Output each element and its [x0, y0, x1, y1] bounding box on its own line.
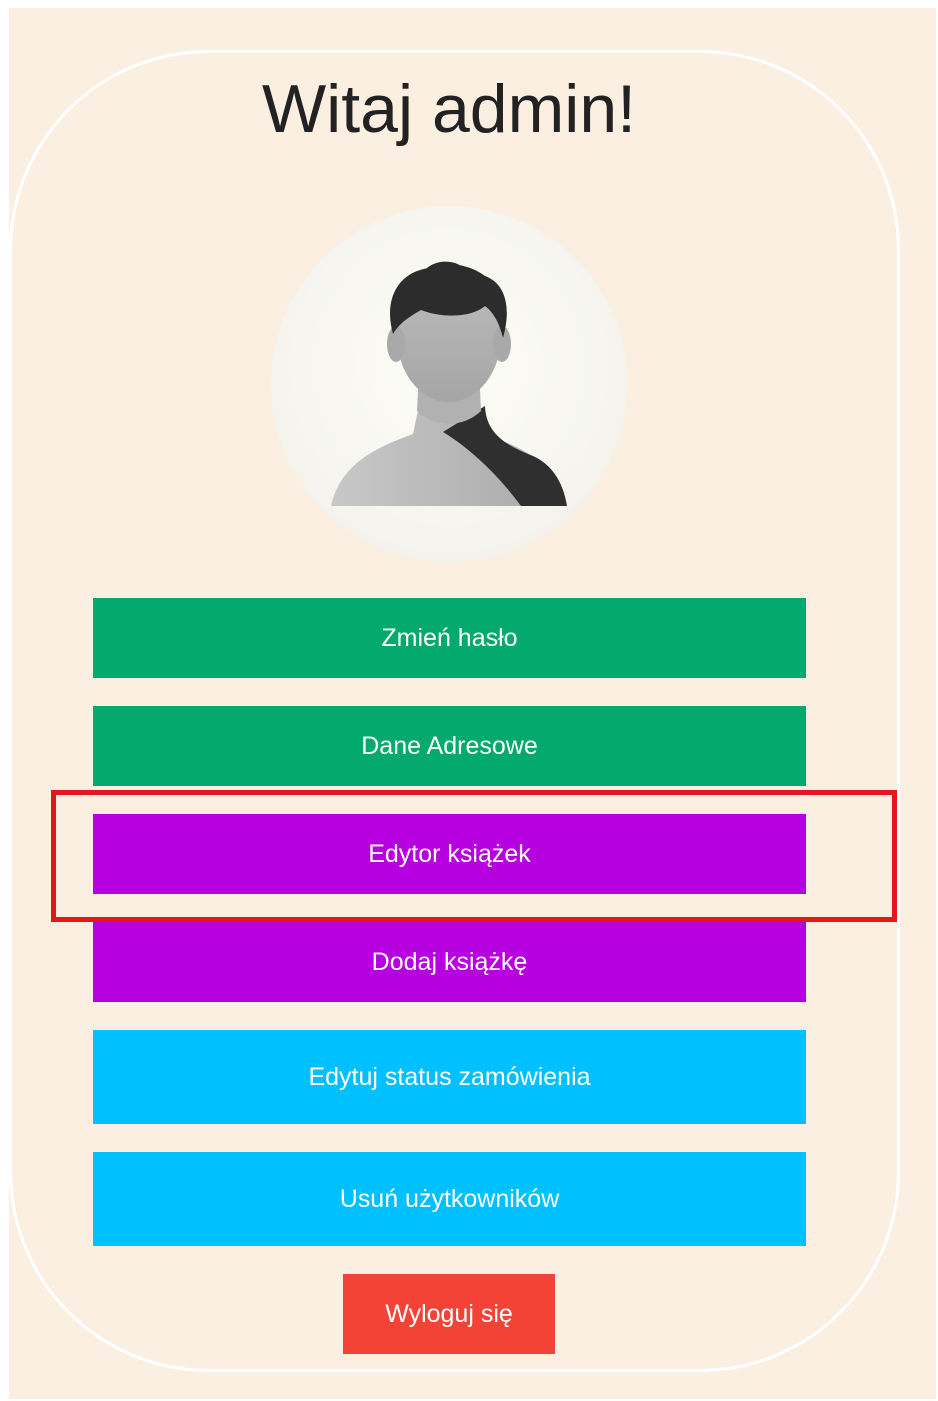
edit-order-status-button[interactable]: Edytuj status zamówienia	[93, 1030, 806, 1124]
change-password-button[interactable]: Zmień hasło	[93, 598, 806, 678]
page-title: Witaj admin!	[261, 71, 637, 147]
logout-button[interactable]: Wyloguj się	[343, 1274, 555, 1354]
address-data-button[interactable]: Dane Adresowe	[93, 706, 806, 786]
user-silhouette-icon	[331, 261, 567, 506]
book-editor-button[interactable]: Edytor książek	[93, 814, 806, 894]
page-background: Witaj admin! Zmień hasło Dane Adresowe E…	[9, 8, 936, 1399]
avatar	[271, 206, 627, 562]
add-book-button[interactable]: Dodaj książkę	[93, 922, 806, 1002]
delete-users-button[interactable]: Usuń użytkowników	[93, 1152, 806, 1246]
